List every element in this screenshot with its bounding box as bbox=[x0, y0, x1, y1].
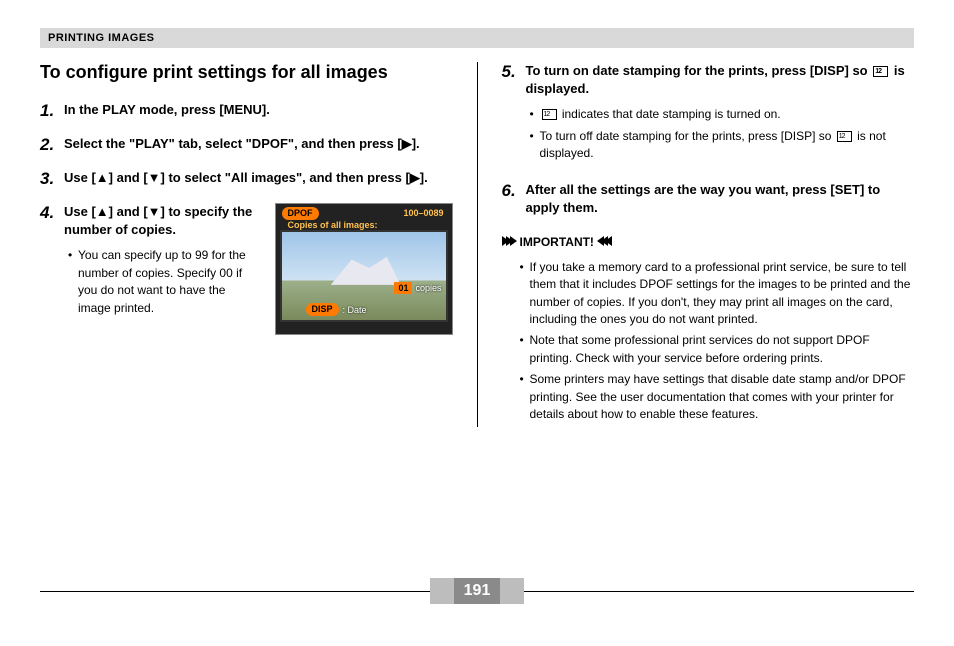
step-4: 4. Use [▲] and [▼] to specify the number… bbox=[40, 203, 453, 335]
page-number-badge: 191 bbox=[430, 578, 524, 604]
section-title: To configure print settings for all imag… bbox=[40, 62, 453, 83]
bullet-decor-right bbox=[502, 235, 514, 249]
step-text: Use [▲] and [▼] to select "All images", … bbox=[64, 169, 453, 187]
lcd-copies-title: Copies of all images: bbox=[288, 220, 378, 230]
step-num: 3. bbox=[40, 169, 64, 189]
step-num: 6. bbox=[502, 181, 526, 201]
step-sub-item: You can specify up to 99 for the number … bbox=[68, 247, 261, 317]
step-text-a: To turn on date stamping for the prints,… bbox=[526, 63, 872, 78]
sub-text: indicates that date stamping is turned o… bbox=[559, 107, 781, 121]
step-2: 2. Select the "PLAY" tab, select "DPOF",… bbox=[40, 135, 453, 155]
lcd-copies-row: 01 copies bbox=[394, 282, 441, 294]
steps-list-right: 5. To turn on date stamping for the prin… bbox=[502, 62, 915, 217]
step-num: 1. bbox=[40, 101, 64, 121]
datestamp-icon bbox=[873, 66, 888, 77]
right-column: 5. To turn on date stamping for the prin… bbox=[477, 62, 915, 427]
lcd-disp-label: DISP bbox=[306, 303, 339, 316]
steps-list-left: 1. In the PLAY mode, press [MENU]. 2. Se… bbox=[40, 101, 453, 335]
datestamp-icon bbox=[837, 131, 852, 142]
step-text: In the PLAY mode, press [MENU]. bbox=[64, 101, 453, 119]
lcd-copies-label: copies bbox=[415, 283, 441, 293]
left-column: To configure print settings for all imag… bbox=[40, 62, 477, 427]
important-heading: IMPORTANT! bbox=[502, 235, 915, 249]
page-number: 191 bbox=[454, 578, 500, 604]
step-num: 5. bbox=[502, 62, 526, 82]
lcd-file-number: 100–0089 bbox=[403, 208, 443, 218]
step-sub-item: To turn off date stamping for the prints… bbox=[530, 128, 915, 163]
step-sub-list: You can specify up to 99 for the number … bbox=[64, 247, 261, 317]
important-item: Some printers may have settings that dis… bbox=[520, 371, 915, 423]
important-list: If you take a memory card to a professio… bbox=[502, 259, 915, 424]
content-columns: To configure print settings for all imag… bbox=[40, 62, 914, 427]
step-num: 2. bbox=[40, 135, 64, 155]
lcd-date-label: : Date bbox=[343, 305, 367, 315]
lcd-disp-row: DISP : Date bbox=[306, 303, 367, 316]
datestamp-icon bbox=[542, 109, 557, 120]
step-3: 3. Use [▲] and [▼] to select "All images… bbox=[40, 169, 453, 189]
step-text: Select the "PLAY" tab, select "DPOF", an… bbox=[64, 135, 453, 153]
lcd-dpof-label: DPOF bbox=[282, 207, 319, 220]
sub-text-pre: To turn off date stamping for the prints… bbox=[540, 129, 835, 143]
step-text: Use [▲] and [▼] to specify the number of… bbox=[64, 203, 261, 239]
step-num: 4. bbox=[40, 203, 64, 223]
step-sub-item: indicates that date stamping is turned o… bbox=[530, 106, 915, 123]
lcd-preview: DPOF 100–0089 Copies of all images: 01 c… bbox=[275, 203, 453, 335]
important-item: If you take a memory card to a professio… bbox=[520, 259, 915, 329]
step-sub-list: indicates that date stamping is turned o… bbox=[526, 106, 915, 162]
important-item: Note that some professional print servic… bbox=[520, 332, 915, 367]
step-1: 1. In the PLAY mode, press [MENU]. bbox=[40, 101, 453, 121]
lcd-copies-number: 01 bbox=[394, 282, 412, 294]
step-text: To turn on date stamping for the prints,… bbox=[526, 62, 915, 98]
section-header: PRINTING IMAGES bbox=[40, 28, 914, 48]
step-5: 5. To turn on date stamping for the prin… bbox=[502, 62, 915, 167]
important-label: IMPORTANT! bbox=[520, 235, 594, 249]
bullet-decor-left bbox=[600, 235, 612, 249]
step-text: After all the settings are the way you w… bbox=[526, 181, 915, 217]
step-6: 6. After all the settings are the way yo… bbox=[502, 181, 915, 217]
